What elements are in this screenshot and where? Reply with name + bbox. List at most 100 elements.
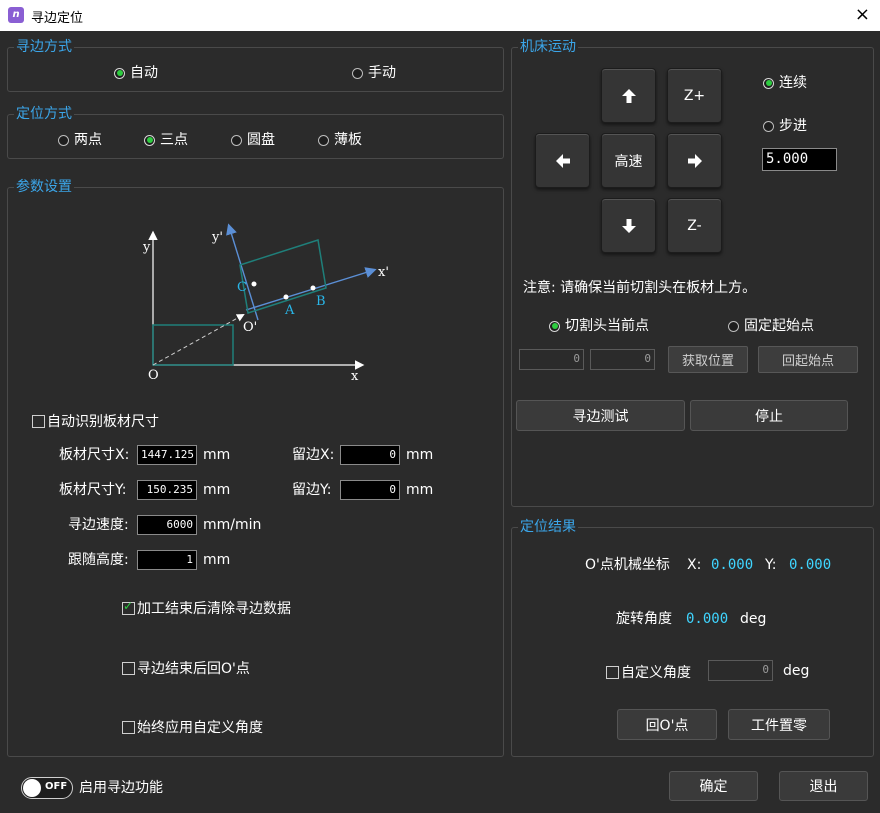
radio-disc-label: 圆盘 [247,132,275,148]
radio-current-point[interactable]: 切割头当前点 [549,318,649,334]
margin-x-label: 留边X: [292,447,335,463]
label-o-prime: O' [243,320,257,335]
margin-x-field[interactable]: 0 [340,445,400,465]
return-after-checkbox[interactable]: 寻边结束后回O'点 [122,658,250,678]
back-to-start-button[interactable]: 回起始点 [758,346,858,373]
point-c [251,281,257,287]
clear-after-checkbox-box [122,599,135,615]
height-field[interactable]: 1 [137,550,197,570]
clear-after-label: 加工结束后清除寻边数据 [137,601,291,617]
radio-continuous[interactable]: 连续 [763,75,807,91]
auto-size-checkbox[interactable]: 自动识别板材尺寸 [32,411,159,431]
margin-x-unit: mm [406,447,434,463]
down-arrow-icon [621,218,636,233]
label-c: C [237,280,247,295]
radio-thin-plate-label: 薄板 [334,132,362,148]
jog-up-button[interactable] [601,68,656,123]
params-title: 参数设置 [14,178,74,196]
size-y-unit: mm [203,482,231,498]
speed-label: 寻边速度: [68,517,129,533]
title-bar: n 寻边定位 × [0,0,880,31]
margin-y-field[interactable]: 0 [340,480,400,500]
x-coord-label: X: [687,557,702,573]
radio-manual[interactable]: 手动 [352,65,396,81]
y-coord-label: Y: [765,557,777,573]
point-b [310,285,316,291]
label-x: x [351,369,359,384]
right-arrow-icon [687,153,702,168]
point-a [283,294,289,300]
label-x-prime: x' [378,265,389,280]
radio-three-points[interactable]: 三点 [144,132,188,148]
radio-auto[interactable]: 自动 [114,65,158,81]
size-y-field[interactable]: 150.235 [137,480,197,500]
params-group: 参数设置 y x O y' x' O' A B C 自动识别板材尺寸 板材尺寸X… [7,178,504,757]
position-y-field[interactable]: 0 [590,349,655,370]
note-text: 注意: 请确保当前切割头在板材上方。 [523,280,757,296]
custom-angle-unit: deg [783,663,810,679]
exit-button[interactable]: 退出 [779,771,868,801]
return-after-label: 寻边结束后回O'点 [137,661,250,677]
radio-continuous-label: 连续 [779,75,807,91]
always-angle-checkbox-box [122,720,135,734]
high-speed-button[interactable]: 高速 [601,133,656,188]
toggle-state-text: OFF [45,781,68,792]
enable-edge-toggle[interactable]: OFF [21,777,73,799]
radio-manual-label: 手动 [368,65,396,81]
rotation-angle-value: 0.000 [686,611,729,627]
coordinate-diagram: y x O y' x' O' A B C [142,223,389,384]
y-prime-axis [226,223,259,321]
speed-unit: mm/min [203,517,262,533]
jog-right-button[interactable] [667,133,722,188]
radio-disc[interactable]: 圆盘 [231,132,275,148]
radio-three-points-indicator [144,134,155,146]
locate-mode-group: 定位方式 两点 三点 圆盘 薄板 [7,105,504,159]
clear-after-checkbox[interactable]: 加工结束后清除寻边数据 [122,598,291,618]
ok-button[interactable]: 确定 [669,771,758,801]
custom-angle-checkbox[interactable]: 自定义角度 [606,662,691,682]
radio-manual-indicator [352,67,363,79]
radio-fixed-point[interactable]: 固定起始点 [728,318,814,334]
always-angle-checkbox[interactable]: 始终应用自定义角度 [122,717,263,737]
close-icon[interactable]: × [855,4,870,25]
radio-fixed-point-indicator [728,320,739,332]
height-label: 跟随高度: [68,552,129,568]
radio-auto-label: 自动 [130,65,158,81]
jog-z-plus-button[interactable]: Z+ [667,68,722,123]
label-y-prime: y' [211,230,223,245]
step-value-field[interactable]: 5.000 [762,148,837,171]
edge-test-button[interactable]: 寻边测试 [516,400,685,431]
workpiece-zero-button[interactable]: 工件置零 [728,709,830,740]
edge-mode-group: 寻边方式 自动 手动 [7,38,504,92]
original-plate [152,324,234,366]
custom-angle-field[interactable]: 0 [708,660,773,681]
y-coord-value: 0.000 [789,557,832,573]
size-y-label: 板材尺寸Y: [59,482,127,498]
radio-current-point-label: 切割头当前点 [565,318,649,334]
locate-mode-title: 定位方式 [14,105,74,123]
result-title: 定位结果 [518,518,578,536]
up-arrow-icon [621,88,636,103]
jog-down-button[interactable] [601,198,656,253]
stop-button[interactable]: 停止 [690,400,848,431]
radio-step-label: 步进 [779,118,807,134]
jog-z-minus-button[interactable]: Z- [667,198,722,253]
position-x-field[interactable]: 0 [519,349,584,370]
custom-angle-checkbox-box [606,665,619,679]
radio-disc-indicator [231,134,242,146]
radio-thin-plate[interactable]: 薄板 [318,132,362,148]
auto-size-checkbox-box [32,414,45,428]
jog-left-button[interactable] [535,133,590,188]
rotation-angle-label: 旋转角度 [616,611,672,627]
speed-field[interactable]: 6000 [137,515,197,535]
size-x-field[interactable]: 1447.125 [137,445,197,465]
radio-step[interactable]: 步进 [763,118,807,134]
label-y: y [142,240,151,255]
radio-two-points-indicator [58,134,69,146]
get-position-button[interactable]: 获取位置 [668,346,748,373]
radio-two-points[interactable]: 两点 [58,132,102,148]
window-title: 寻边定位 [31,11,84,26]
back-to-o-button[interactable]: 回O'点 [617,709,717,740]
radio-continuous-indicator [763,77,774,89]
o-coord-label: O'点机械坐标 [585,557,670,573]
